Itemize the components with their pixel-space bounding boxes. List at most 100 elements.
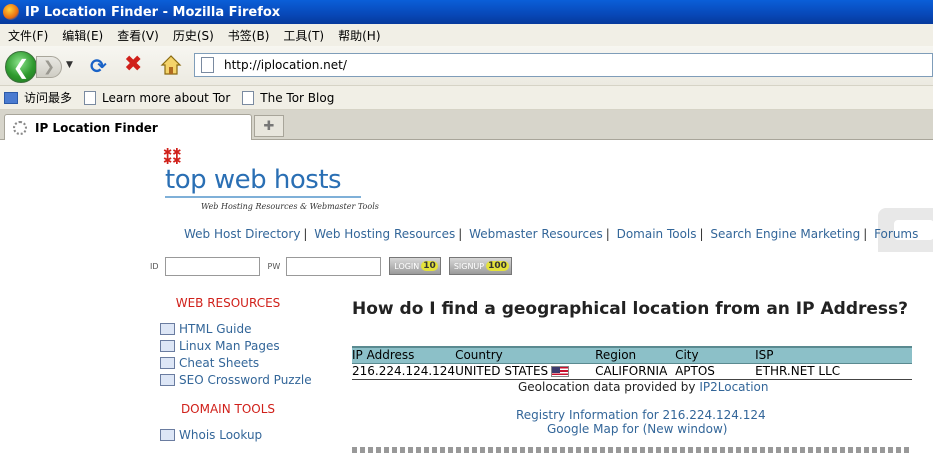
country-cell: UNITED STATES bbox=[455, 363, 596, 380]
column-header: City bbox=[675, 346, 756, 364]
region-cell: CALIFORNIA bbox=[595, 363, 676, 380]
city-cell: APTOS bbox=[675, 363, 756, 380]
sidebar-item-linux-man-pages[interactable]: Linux Man Pages bbox=[160, 337, 340, 354]
logo-underline bbox=[165, 196, 361, 198]
menu-edit[interactable]: 编辑(E) bbox=[62, 27, 103, 44]
stop-icon[interactable]: ✖ bbox=[124, 52, 142, 77]
globe-icon bbox=[160, 428, 175, 441]
sidebar-item-seo-crossword[interactable]: SEO Crossword Puzzle bbox=[160, 371, 340, 388]
tab-ip-location-finder[interactable]: IP Location Finder bbox=[4, 114, 252, 140]
stars-icon: ✱✱ ✱✱ bbox=[163, 146, 182, 167]
bookmark-label: Learn more about Tor bbox=[102, 90, 231, 105]
menu-view[interactable]: 查看(V) bbox=[117, 27, 159, 44]
nav-search-engine-marketing[interactable]: Search Engine Marketing bbox=[710, 227, 860, 241]
sidebar-item-whois-lookup[interactable]: Whois Lookup bbox=[160, 426, 340, 443]
html-icon bbox=[160, 322, 175, 335]
login-form: ID PW LOGIN 10 SIGNUP 100 bbox=[150, 256, 520, 276]
web-resources-heading: WEB RESOURCES bbox=[175, 296, 281, 310]
tab-bar: IP Location Finder ✚ bbox=[0, 110, 933, 140]
site-brand: top web hosts bbox=[165, 165, 342, 195]
google-map-link[interactable]: Google Map for (New window) bbox=[547, 422, 727, 436]
column-header: IP Address bbox=[352, 346, 456, 364]
nav-web-host-directory[interactable]: Web Host Directory bbox=[184, 227, 300, 241]
book-icon bbox=[160, 356, 175, 369]
sidebar-item-html-guide[interactable]: HTML Guide bbox=[160, 320, 340, 337]
reload-icon[interactable]: ⟳ bbox=[90, 54, 107, 78]
page-content: ✱✱ ✱✱ top web hosts Web Hosting Resources… bbox=[0, 141, 933, 453]
url-input[interactable] bbox=[224, 58, 824, 72]
nav-web-hosting-resources[interactable]: Web Hosting Resources bbox=[314, 227, 455, 241]
column-header: ISP bbox=[755, 346, 912, 364]
sidebar-item-label: HTML Guide bbox=[179, 321, 252, 336]
puzzle-icon bbox=[160, 373, 175, 386]
signup-label: SIGNUP bbox=[453, 261, 485, 271]
domain-tools-heading: DOMAIN TOOLS bbox=[180, 402, 276, 416]
back-button[interactable]: ❮ bbox=[5, 51, 37, 83]
site-tagline: Web Hosting Resources & Webmaster Tools bbox=[201, 202, 379, 211]
forward-button[interactable]: ❯ bbox=[36, 56, 62, 78]
folder-icon bbox=[4, 91, 18, 104]
bookmark-label: 访问最多 bbox=[24, 91, 73, 105]
site-logo[interactable]: ✱✱ ✱✱ top web hosts Web Hosting Resources… bbox=[163, 146, 383, 211]
sidebar-item-cheat-sheets[interactable]: Cheat Sheets bbox=[160, 354, 340, 371]
column-header: Country bbox=[455, 346, 596, 364]
signup-badge: 100 bbox=[486, 261, 509, 271]
bookmark-learn-more-tor[interactable]: Learn more about Tor bbox=[84, 90, 231, 105]
sidebar: WEB RESOURCES HTML Guide Linux Man Pages… bbox=[160, 296, 340, 443]
ip-location-table: IP Address Country Region City ISP 216.2… bbox=[352, 346, 912, 380]
geolocation-provider: Geolocation data provided by IP2Location bbox=[518, 380, 769, 394]
page-icon bbox=[201, 57, 214, 73]
bookmark-label: The Tor Blog bbox=[260, 90, 335, 105]
sidebar-item-label: Linux Man Pages bbox=[179, 338, 280, 353]
login-label: LOGIN bbox=[394, 261, 420, 271]
id-field[interactable] bbox=[164, 256, 260, 276]
menu-history[interactable]: 历史(S) bbox=[173, 27, 214, 44]
login-button[interactable]: LOGIN 10 bbox=[389, 257, 441, 275]
registry-info-link[interactable]: Registry Information for 216.224.124.124 bbox=[516, 408, 766, 422]
isp-cell: ETHR.NET LLC bbox=[755, 363, 912, 380]
window-title: IP Location Finder - Mozilla Firefox bbox=[25, 4, 281, 20]
provider-text: Geolocation data provided by bbox=[518, 380, 696, 394]
country-value: UNITED STATES bbox=[455, 364, 549, 378]
pw-label: PW bbox=[267, 261, 281, 271]
page-title: How do I find a geographical location fr… bbox=[352, 299, 909, 319]
page-icon bbox=[242, 90, 255, 105]
ip-address-cell: 216.224.124.124 bbox=[352, 363, 456, 380]
firefox-icon bbox=[3, 4, 19, 20]
nav-webmaster-resources[interactable]: Webmaster Resources bbox=[469, 227, 603, 241]
linux-icon bbox=[160, 339, 175, 352]
sidebar-item-label: SEO Crossword Puzzle bbox=[179, 372, 312, 387]
bookmark-tor-blog[interactable]: The Tor Blog bbox=[242, 90, 335, 105]
menu-bar: 文件(F) 编辑(E) 查看(V) 历史(S) 书签(B) 工具(T) 帮助(H… bbox=[0, 24, 933, 46]
column-header: Region bbox=[595, 346, 676, 364]
nav-domain-tools[interactable]: Domain Tools bbox=[617, 227, 697, 241]
navigation-toolbar: ❮ ❯ ▼ ⟳ ✖ bbox=[0, 46, 933, 86]
bookmarks-toolbar: 访问最多 Learn more about Tor The Tor Blog bbox=[0, 86, 933, 110]
id-label: ID bbox=[150, 261, 159, 271]
table-header-row: IP Address Country Region City ISP bbox=[352, 346, 912, 364]
history-dropdown-icon[interactable]: ▼ bbox=[66, 60, 73, 70]
nav-forums[interactable]: Forums bbox=[874, 227, 918, 241]
signup-button[interactable]: SIGNUP 100 bbox=[448, 257, 512, 275]
ip2location-link[interactable]: IP2Location bbox=[699, 380, 768, 394]
home-icon[interactable] bbox=[160, 54, 182, 76]
sidebar-item-label: Cheat Sheets bbox=[179, 355, 260, 370]
login-badge: 10 bbox=[421, 261, 438, 271]
password-field[interactable] bbox=[286, 256, 382, 276]
bookmark-most-visited[interactable]: 访问最多 bbox=[4, 89, 72, 106]
site-top-nav: Web Host Directory | Web Hosting Resource… bbox=[184, 227, 919, 241]
new-tab-button[interactable]: ✚ bbox=[254, 115, 284, 137]
cut-off-text-line bbox=[352, 447, 912, 453]
address-bar[interactable] bbox=[194, 53, 933, 77]
menu-tools[interactable]: 工具(T) bbox=[283, 27, 324, 44]
menu-file[interactable]: 文件(F) bbox=[8, 27, 48, 44]
loading-spinner-icon bbox=[13, 120, 27, 135]
sidebar-item-label: Whois Lookup bbox=[179, 427, 263, 442]
page-icon bbox=[84, 90, 97, 105]
tab-title: IP Location Finder bbox=[35, 120, 158, 135]
table-row: 216.224.124.124 UNITED STATES CALIFORNIA… bbox=[352, 363, 912, 380]
us-flag-icon bbox=[551, 366, 570, 377]
window-titlebar: IP Location Finder - Mozilla Firefox bbox=[0, 0, 933, 24]
menu-bookmarks[interactable]: 书签(B) bbox=[228, 27, 270, 44]
menu-help[interactable]: 帮助(H) bbox=[338, 27, 380, 44]
